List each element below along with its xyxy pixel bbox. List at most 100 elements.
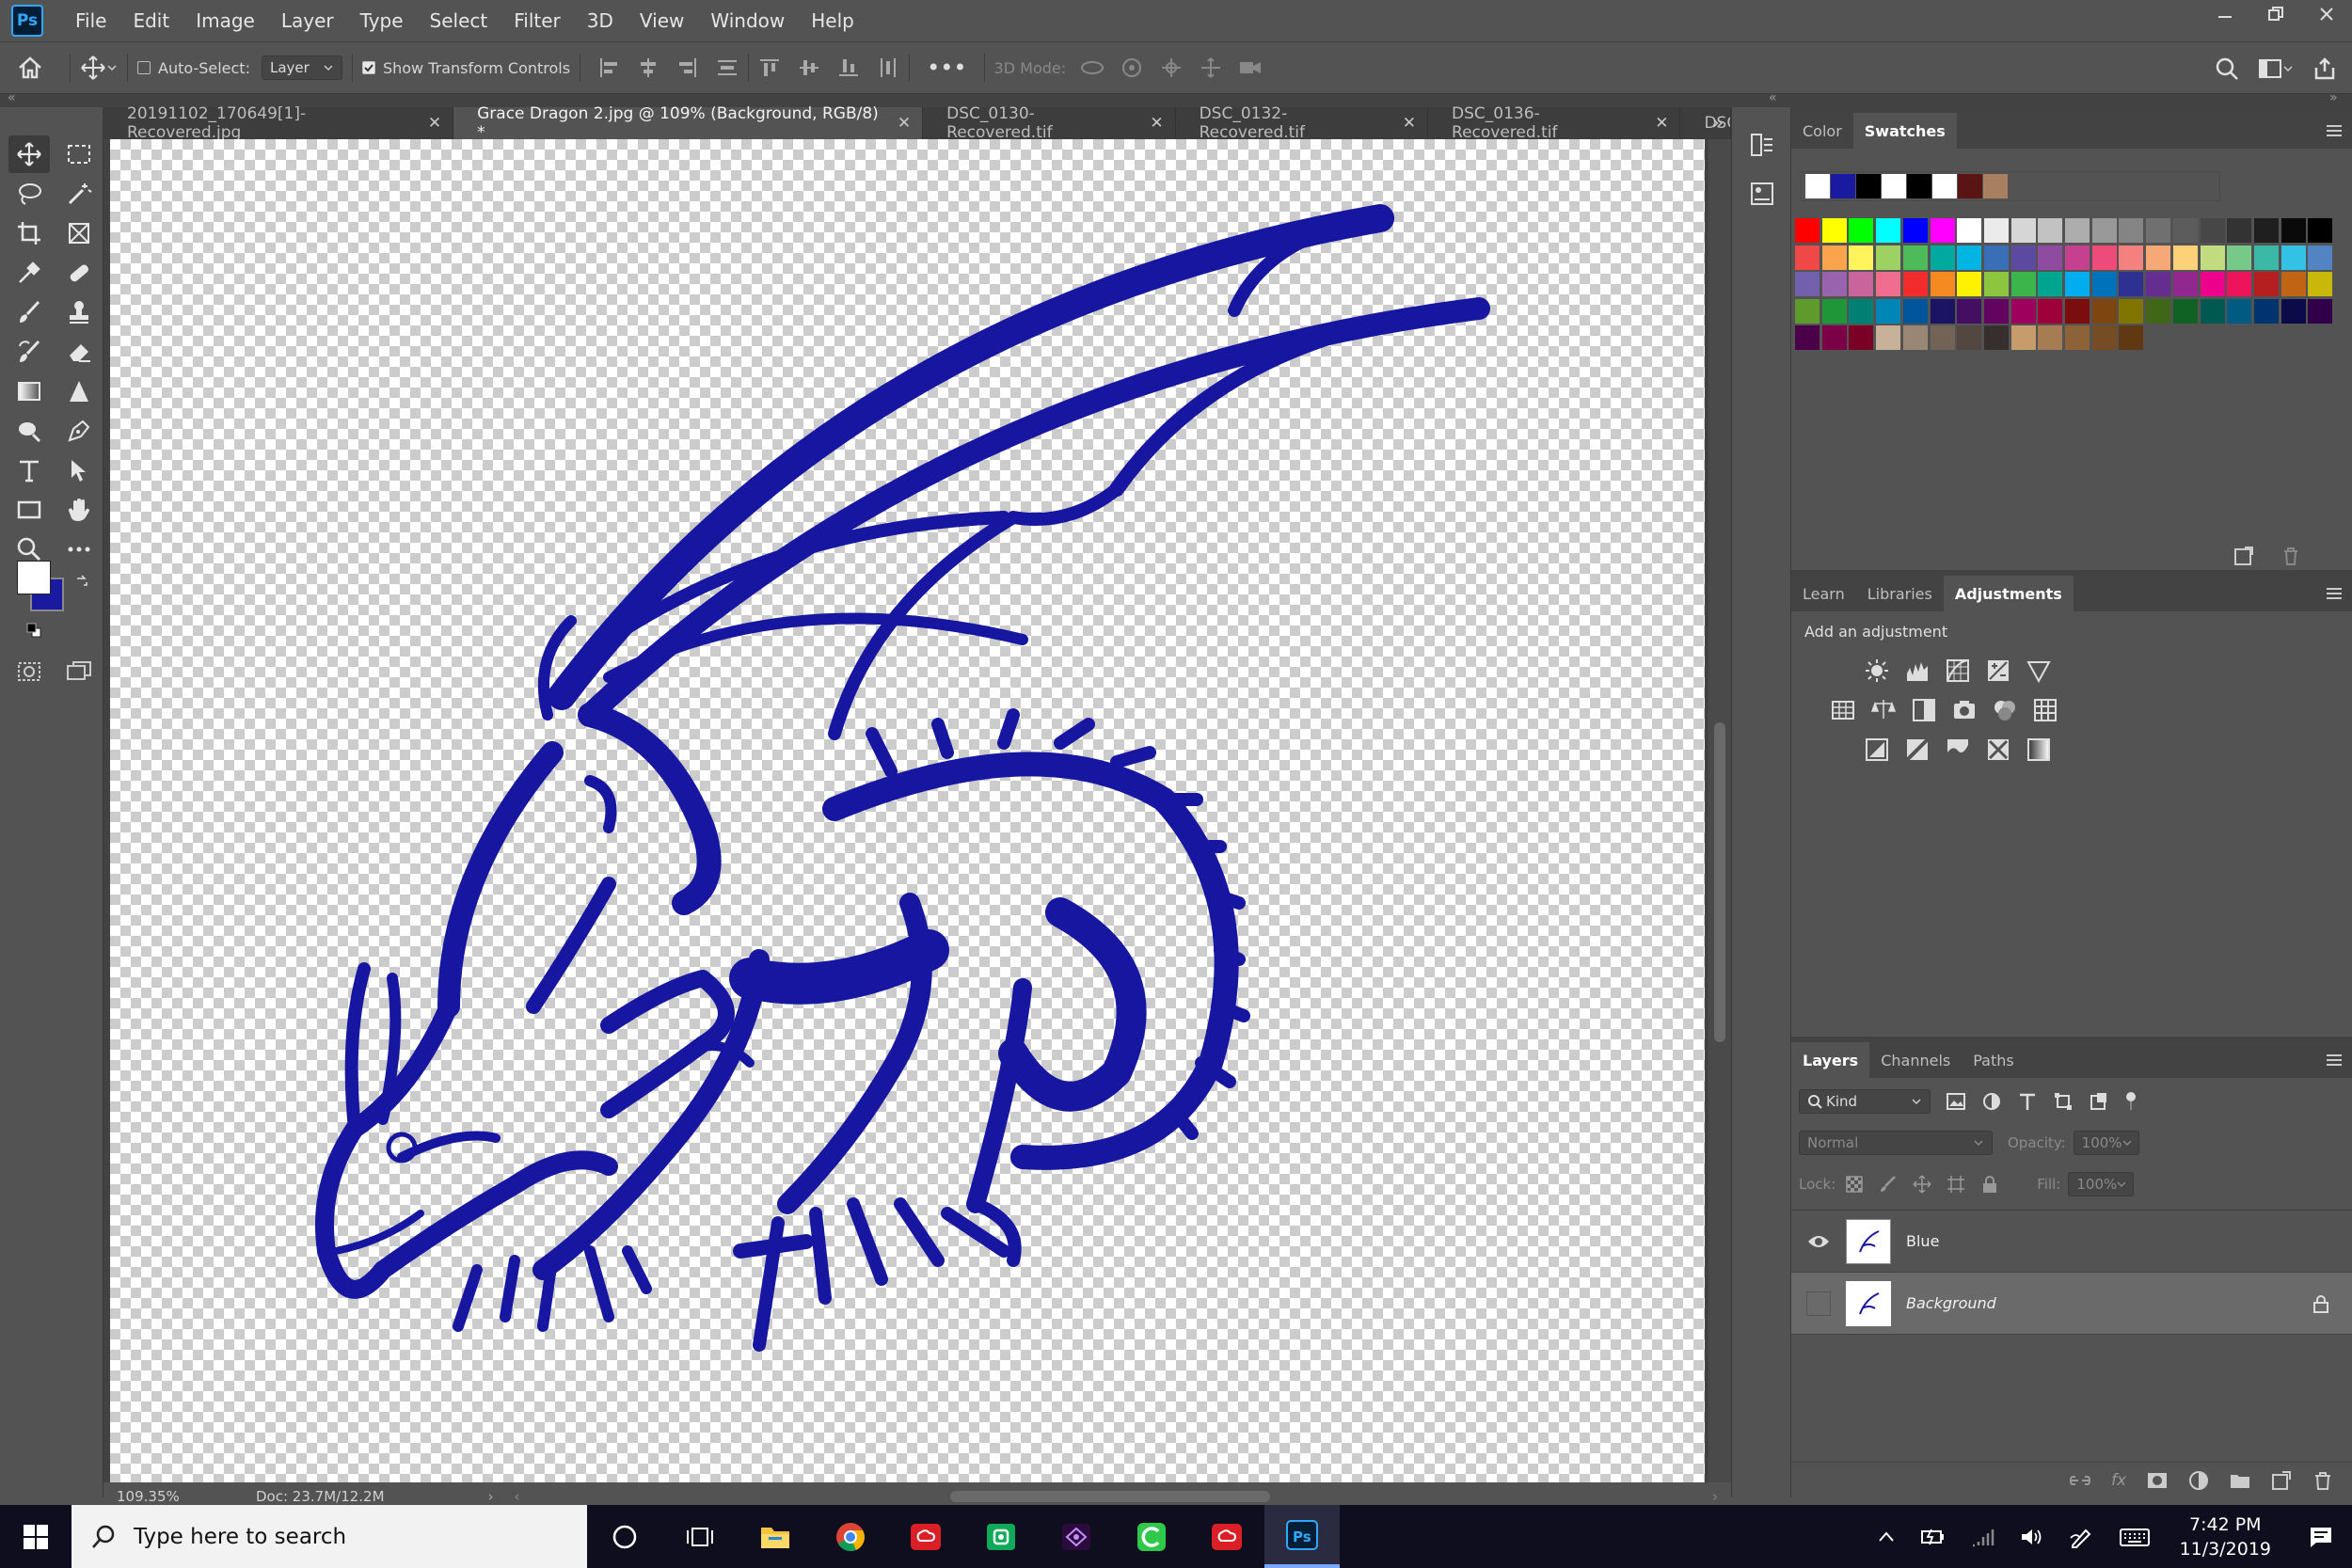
distribute-icon[interactable]: [716, 56, 739, 79]
color-swatch[interactable]: [2038, 272, 2063, 297]
align-bottom-icon[interactable]: [837, 56, 860, 79]
color-swatch[interactable]: [2146, 218, 2171, 243]
color-swatch[interactable]: [1957, 325, 1982, 351]
document-tab[interactable]: DSC_0132-Recovered.tif ✕: [1175, 104, 1429, 142]
color-swatch[interactable]: [1957, 298, 1982, 324]
color-swatch[interactable]: [2119, 218, 2144, 243]
cortana-button[interactable]: [587, 1505, 662, 1568]
collapse-left-icon[interactable]: «: [8, 90, 16, 105]
color-swatch[interactable]: [2227, 218, 2252, 243]
color-swatch[interactable]: [1930, 218, 1955, 243]
color-swatch[interactable]: [1930, 272, 1955, 297]
color-swatch[interactable]: [2280, 298, 2306, 324]
wifi-icon[interactable]: [1971, 1527, 1995, 1547]
move-tool[interactable]: [8, 135, 50, 173]
tab-paths[interactable]: Paths: [1962, 1042, 2025, 1078]
move-tool-preset[interactable]: [80, 55, 118, 81]
start-button[interactable]: [0, 1505, 72, 1568]
clock[interactable]: 7:42 PM 11/3/2019: [2161, 1513, 2290, 1561]
align-middle-icon[interactable]: [798, 56, 820, 79]
purple-app-button[interactable]: [1039, 1505, 1114, 1568]
menu-view[interactable]: View: [627, 9, 697, 32]
show-transform-checkbox[interactable]: Show Transform Controls: [361, 59, 570, 77]
color-swatch[interactable]: [2010, 218, 2036, 243]
color-swatch[interactable]: [2172, 272, 2198, 297]
color-swatch[interactable]: [1849, 245, 1874, 270]
gradient-tool[interactable]: [8, 372, 50, 410]
vibrance-icon[interactable]: [2025, 657, 2053, 685]
dodge-tool[interactable]: [8, 412, 50, 450]
align-center-icon[interactable]: [637, 56, 660, 79]
color-swatch[interactable]: [2065, 298, 2090, 324]
vertical-scroll-thumb[interactable]: [1714, 722, 1725, 1042]
3d-camera-icon[interactable]: [1237, 56, 1263, 79]
document-tab[interactable]: 20191102_170649[1]-Recovered.jpg ✕: [103, 104, 454, 142]
color-swatch[interactable]: [1902, 298, 1928, 324]
invert-icon[interactable]: [1863, 736, 1891, 764]
new-group-icon[interactable]: [2230, 1471, 2250, 1490]
lock-position-icon[interactable]: [1913, 1175, 1931, 1194]
brightness-icon[interactable]: [1863, 657, 1891, 685]
new-adjustment-layer-icon[interactable]: [2188, 1470, 2209, 1491]
color-swatch[interactable]: [1902, 218, 1928, 243]
color-swatch[interactable]: [2091, 272, 2117, 297]
auto-select-checkbox[interactable]: Auto-Select:: [137, 59, 250, 77]
battery-icon[interactable]: [1920, 1527, 1947, 1547]
color-swatch[interactable]: [2146, 272, 2171, 297]
pixel-layer-filter-icon[interactable]: [1946, 1091, 1966, 1112]
scroll-right-icon[interactable]: ›: [1712, 1488, 1718, 1505]
color-balance-icon[interactable]: [1869, 696, 1898, 724]
frame-tool[interactable]: [58, 214, 100, 252]
color-swatch[interactable]: [2253, 245, 2279, 270]
file-explorer-button[interactable]: [738, 1505, 813, 1568]
color-swatch[interactable]: [2200, 245, 2225, 270]
delete-layer-icon[interactable]: [2312, 1470, 2333, 1491]
pen-tool[interactable]: [58, 412, 100, 450]
color-swatch[interactable]: [2038, 245, 2063, 270]
color-swatch[interactable]: [1930, 325, 1955, 351]
color-swatch[interactable]: [2010, 298, 2036, 324]
tab-color[interactable]: Color: [1791, 113, 1853, 149]
color-swatch[interactable]: [2065, 245, 2090, 270]
close-tab-icon[interactable]: ✕: [898, 114, 911, 133]
acrobat-button[interactable]: [1189, 1505, 1264, 1568]
search-icon[interactable]: [2215, 56, 2239, 81]
action-center-button[interactable]: [2290, 1505, 2352, 1568]
color-swatch[interactable]: [2091, 245, 2117, 270]
lock-all-icon[interactable]: [1980, 1175, 1999, 1194]
document-tab[interactable]: DSC_0136-Recovered.tif ✕: [1428, 104, 1681, 142]
shape-layer-filter-icon[interactable]: [2053, 1091, 2074, 1112]
recent-swatch[interactable]: [1932, 174, 1957, 198]
recent-swatch[interactable]: [1983, 174, 2008, 198]
close-tab-icon[interactable]: ✕: [1150, 114, 1163, 133]
color-swatch[interactable]: [1849, 218, 1874, 243]
foreground-color-swatch[interactable]: [17, 561, 51, 594]
color-swatch[interactable]: [2038, 218, 2063, 243]
crop-tool[interactable]: [8, 214, 50, 252]
recent-swatch[interactable]: [1831, 174, 1855, 198]
horizontal-scroll-thumb[interactable]: [950, 1491, 1270, 1502]
scroll-left-icon[interactable]: ‹: [515, 1488, 520, 1505]
selective-color-icon[interactable]: [1984, 736, 2012, 764]
swap-colors-icon[interactable]: [75, 574, 88, 587]
color-swatch[interactable]: [1957, 272, 1982, 297]
align-top-icon[interactable]: [758, 56, 781, 79]
minimize-button[interactable]: [2200, 0, 2250, 28]
keyboard-icon[interactable]: [2119, 1527, 2150, 1547]
lock-pixels-icon[interactable]: [1879, 1175, 1898, 1194]
color-swatch[interactable]: [2146, 245, 2171, 270]
pen-workspace-icon[interactable]: [2069, 1525, 2095, 1549]
gradient-map-icon[interactable]: [2025, 736, 2053, 764]
3d-orbit-icon[interactable]: [1079, 56, 1105, 79]
layer-visibility-toggle[interactable]: [1806, 1229, 1831, 1254]
collapse-mid-icon[interactable]: «: [1769, 90, 1777, 105]
color-swatch[interactable]: [2280, 245, 2306, 270]
panel-menu-icon[interactable]: [2326, 587, 2343, 600]
color-swatch[interactable]: [2119, 245, 2144, 270]
color-swatch[interactable]: [2200, 218, 2225, 243]
menu-help[interactable]: Help: [798, 9, 867, 32]
tab-channels[interactable]: Channels: [1869, 1042, 1962, 1078]
close-tab-icon[interactable]: ✕: [428, 114, 441, 133]
history-brush-tool[interactable]: [8, 333, 50, 371]
recent-swatch[interactable]: [1907, 174, 1931, 198]
